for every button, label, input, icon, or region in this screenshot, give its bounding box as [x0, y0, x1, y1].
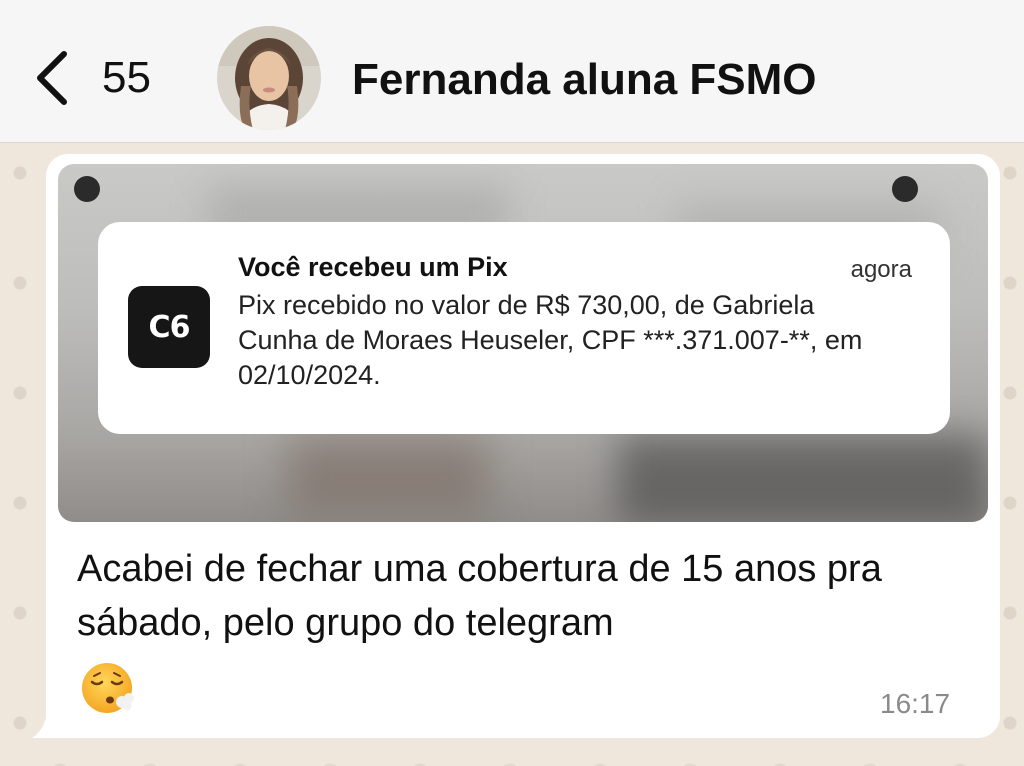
message-timestamp: 16:17 — [880, 688, 951, 719]
avatar[interactable] — [217, 26, 321, 130]
contact-name[interactable]: Fernanda aluna FSMO — [352, 52, 817, 108]
notification-body: Pix recebido no valor de R$ 730,00, de G… — [238, 290, 863, 390]
notification-time: agora — [850, 256, 912, 283]
app-icon-text: C6 — [148, 309, 191, 345]
camera-dot — [892, 176, 918, 202]
message-text: Acabei de fechar uma cobertura de 15 ano… — [77, 548, 882, 644]
face-exhaling-emoji — [82, 663, 134, 713]
unread-count: 55 — [102, 53, 151, 102]
blur-region — [288, 434, 488, 514]
chevron-left-icon — [37, 51, 67, 105]
avatar-photo — [217, 26, 321, 130]
blur-region — [618, 434, 988, 522]
camera-dot — [74, 176, 100, 202]
notification-title: Você recebeu um Pix — [238, 252, 508, 282]
back-button[interactable]: 55 — [30, 48, 151, 108]
pix-notification: C6 Você recebeu um Pix agora Pix recebid… — [98, 222, 950, 434]
image-attachment[interactable]: C6 Você recebeu um Pix agora Pix recebid… — [58, 164, 988, 522]
chat-header: 55 Fernanda aluna FSMO — [0, 0, 1024, 143]
c6-bank-icon: C6 — [128, 286, 210, 368]
